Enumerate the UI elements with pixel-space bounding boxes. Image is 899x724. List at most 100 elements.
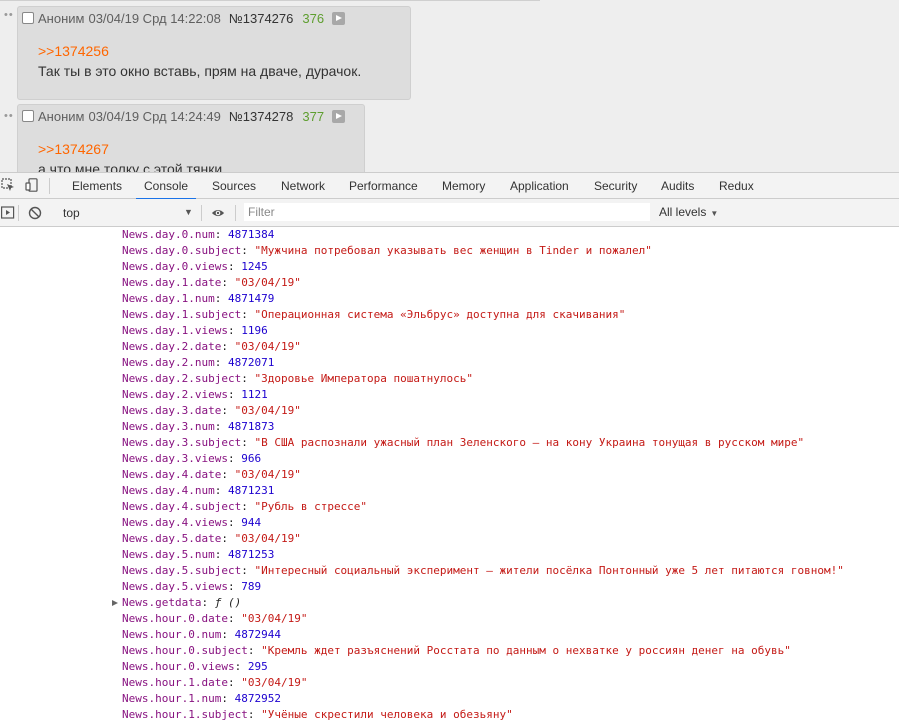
console-key: News.day.4.date xyxy=(122,468,222,481)
console-key: News.getdata xyxy=(122,596,202,609)
log-levels-label: All levels xyxy=(659,205,707,219)
tab-security[interactable]: Security xyxy=(594,173,637,199)
divider xyxy=(0,0,540,1)
post-body: >>1374256 Так ты в это окно вставь, прям… xyxy=(22,29,394,81)
clear-console-icon[interactable] xyxy=(28,206,42,220)
console-value: 4872944 xyxy=(234,628,281,641)
console-line: News.day.2.date: "03/04/19" xyxy=(122,339,301,355)
console-value: 1245 xyxy=(241,260,268,273)
console-key: News.day.3.num xyxy=(122,420,215,433)
console-separator: : xyxy=(221,404,235,417)
post-number[interactable]: №1374276 xyxy=(229,11,294,26)
post: Аноним 03/04/19 Срд 14:22:08 №1374276 37… xyxy=(17,6,411,100)
post-drag-handle-icon[interactable]: • • xyxy=(4,9,14,21)
tab-redux[interactable]: Redux xyxy=(719,173,754,199)
post-count: 377 xyxy=(302,108,325,124)
console-line: News.day.1.subject: "Операционная систем… xyxy=(122,307,625,323)
console-toolbar: top ▼ All levels▼ xyxy=(0,199,899,227)
reply-link[interactable]: >>1374256 xyxy=(38,41,394,61)
console-line: News.day.5.num: 4871253 xyxy=(122,547,274,563)
console-separator: : xyxy=(227,676,242,689)
console-line: News.day.5.date: "03/04/19" xyxy=(122,531,301,547)
console-separator: : xyxy=(234,660,248,673)
console-value: "03/04/19" xyxy=(234,532,301,545)
console-key: News.day.0.num xyxy=(122,228,215,241)
console-value: "Мужчина потребовал указывать вес женщин… xyxy=(254,244,652,257)
console-separator: : xyxy=(227,516,242,529)
console-separator: : xyxy=(247,644,262,657)
post-date: 03/04/19 Срд 14:22:08 xyxy=(88,10,221,26)
tab-performance[interactable]: Performance xyxy=(349,173,418,199)
console-line: News.day.1.views: 1196 xyxy=(122,323,268,339)
console-key: News.hour.1.subject xyxy=(122,708,248,721)
console-key: News.day.2.date xyxy=(122,340,222,353)
filter-input[interactable] xyxy=(244,203,650,221)
console-line: News.day.5.subject: "Интересный социальн… xyxy=(122,563,844,579)
post-select-checkbox[interactable] xyxy=(22,110,34,122)
console-line: News.day.0.views: 1245 xyxy=(122,259,268,275)
divider xyxy=(49,178,50,194)
console-key: News.day.2.num xyxy=(122,356,215,369)
console-key: News.day.1.subject xyxy=(122,308,242,321)
console-key: News.day.5.date xyxy=(122,532,222,545)
console-separator: : xyxy=(227,612,242,625)
console-line[interactable]: News.getdata: ƒ () xyxy=(112,595,242,611)
console-value: "03/04/19" xyxy=(234,276,301,289)
context-selector[interactable]: top xyxy=(63,206,80,220)
reply-link[interactable]: >>1374267 xyxy=(38,139,348,159)
console-value: "Интересный социальный эксперимент — жит… xyxy=(254,564,844,577)
console-value: 4871231 xyxy=(227,484,275,497)
tab-network[interactable]: Network xyxy=(281,173,325,199)
console-separator: : xyxy=(214,420,228,433)
log-levels-dropdown[interactable]: All levels ▼ xyxy=(659,205,718,219)
console-value: ƒ () xyxy=(214,596,242,609)
console-key: News.day.4.num xyxy=(122,484,215,497)
console-separator: : xyxy=(227,580,242,593)
play-icon[interactable] xyxy=(332,11,346,25)
console-value: 1196 xyxy=(241,324,268,337)
post-number[interactable]: №1374278 xyxy=(229,109,294,124)
console-separator: : xyxy=(214,228,228,241)
console-value: 4871479 xyxy=(227,292,275,305)
console-line: News.day.4.date: "03/04/19" xyxy=(122,467,301,483)
console-value: 1121 xyxy=(241,388,268,401)
post-text: Так ты в это окно вставь, прям на дваче,… xyxy=(38,63,362,79)
tab-console[interactable]: Console xyxy=(135,173,197,200)
device-toolbar-icon[interactable] xyxy=(25,178,39,192)
console-key: News.day.0.views xyxy=(122,260,228,273)
console-line: News.day.1.num: 4871479 xyxy=(122,291,274,307)
console-key: News.day.1.date xyxy=(122,276,222,289)
tab-memory[interactable]: Memory xyxy=(442,173,485,199)
console-key: News.day.0.subject xyxy=(122,244,242,257)
console-separator: : xyxy=(241,308,255,321)
inspect-icon[interactable] xyxy=(1,178,15,192)
console-key: News.hour.1.date xyxy=(122,676,228,689)
post-author: Аноним xyxy=(38,108,85,124)
console-line: News.hour.0.subject: "Кремль ждет разъяс… xyxy=(122,643,791,659)
tab-elements[interactable]: Elements xyxy=(72,173,122,199)
console-key: News.hour.0.date xyxy=(122,612,228,625)
tab-sources[interactable]: Sources xyxy=(212,173,256,199)
post-select-checkbox[interactable] xyxy=(22,12,34,24)
console-separator: : xyxy=(241,564,255,577)
play-icon[interactable] xyxy=(332,109,346,123)
console-key: News.day.5.views xyxy=(122,580,228,593)
console-separator: : xyxy=(221,532,235,545)
chevron-down-icon[interactable]: ▼ xyxy=(184,207,193,217)
post-header: Аноним 03/04/19 Срд 14:24:49 №1374278 37… xyxy=(22,105,348,127)
tab-audits[interactable]: Audits xyxy=(661,173,694,199)
post-drag-handle-icon[interactable]: • • xyxy=(4,110,14,122)
console-separator: : xyxy=(201,596,215,609)
console-key: News.hour.0.views xyxy=(122,660,235,673)
post-body: >>1374267 а что мне толку с этой тянки xyxy=(22,127,348,172)
expand-arrow-icon[interactable] xyxy=(112,600,118,606)
console-key: News.day.2.subject xyxy=(122,372,242,385)
console-key: News.day.3.views xyxy=(122,452,228,465)
console-value: "03/04/19" xyxy=(234,340,301,353)
eye-icon[interactable] xyxy=(211,206,225,220)
console-line: News.day.3.views: 966 xyxy=(122,451,261,467)
imageboard-page: • • Аноним 03/04/19 Срд 14:22:08 №137427… xyxy=(0,0,899,172)
console-value: 4871384 xyxy=(227,228,275,241)
tab-application[interactable]: Application xyxy=(510,173,569,199)
sidebar-toggle-icon[interactable] xyxy=(1,206,15,220)
